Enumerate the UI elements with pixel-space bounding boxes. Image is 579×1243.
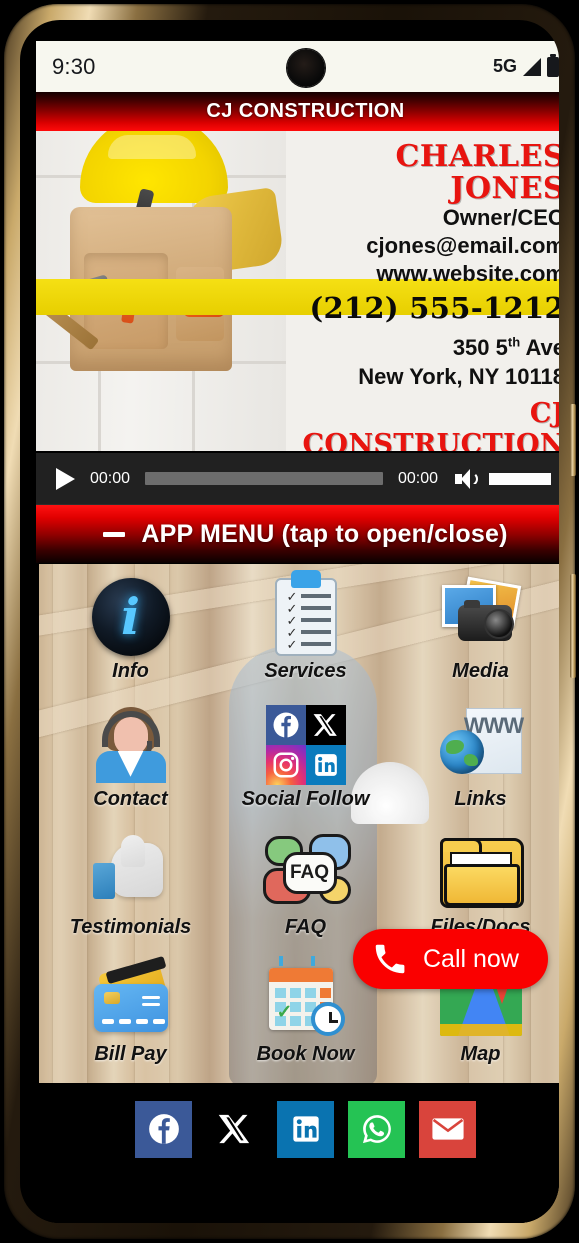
status-bar: 9:30 5G <box>36 41 559 92</box>
credit-cards-icon <box>90 956 172 1041</box>
info-circle-icon: i <box>90 576 172 658</box>
globe-www-page-icon: WWW <box>439 704 524 786</box>
company-name: CJ CONSTRUCTION <box>302 397 559 453</box>
app-menu-grid: i Info ✓ ✓ ✓ ✓ ✓ Services Media Contact … <box>39 564 559 1083</box>
phone-handset-icon <box>375 944 405 974</box>
folder-icon <box>439 832 524 914</box>
business-card: CHARLES JONES Owner/CEO cjones@email.com… <box>36 131 559 453</box>
x-twitter-icon <box>305 704 346 745</box>
bottom-filler <box>36 1175 559 1223</box>
instagram-icon <box>265 744 306 785</box>
facebook-icon <box>265 704 306 745</box>
audio-seek-slider[interactable] <box>145 472 383 485</box>
volume-button[interactable] <box>570 404 576 476</box>
faq-speech-bubbles-icon: FAQ <box>262 832 351 914</box>
app-menu-label: APP MENU (tap to open/close) <box>141 519 508 548</box>
phone-screen: 9:30 5G CJ CONSTRUCTION CHARLES JONES Ow… <box>36 41 559 1223</box>
volume-slider[interactable] <box>489 472 551 485</box>
contact-phone[interactable]: (212) 555-1212 <box>275 294 559 323</box>
contact-email[interactable]: cjones@email.com <box>275 232 559 260</box>
contact-address-line2: New York, NY 10118 <box>358 364 559 390</box>
audio-current-time: 00:00 <box>89 469 131 487</box>
front-camera-punch-hole-icon <box>286 49 325 87</box>
address-street-number: 350 5 <box>452 335 508 361</box>
network-type-label: 5G <box>492 56 517 76</box>
app-item-links[interactable]: WWW Links <box>393 698 559 826</box>
volume-speaker-icon[interactable] <box>455 468 478 489</box>
social-button-facebook[interactable] <box>135 1100 192 1158</box>
social-button-linkedin[interactable] <box>277 1100 334 1158</box>
faq-glyph: FAQ <box>289 861 330 883</box>
app-menu-grid-container: i Info ✓ ✓ ✓ ✓ ✓ Services Media Contact … <box>36 564 559 1083</box>
social-grid-icon <box>265 704 347 786</box>
social-button-x[interactable] <box>206 1100 263 1158</box>
app-label-book-now: Book Now <box>256 1043 355 1066</box>
minus-icon <box>103 531 126 537</box>
contact-address-line1: 350 5th Ave <box>275 334 559 363</box>
photos-camera-icon <box>440 576 522 658</box>
app-label-map: Map <box>460 1043 501 1066</box>
call-now-label: Call now <box>423 944 519 973</box>
address-ordinal-suffix: th <box>507 335 521 351</box>
audio-player: 00:00 00:00 <box>36 453 559 505</box>
app-label-bill-pay: Bill Pay <box>94 1043 167 1066</box>
app-menu-toggle[interactable]: APP MENU (tap to open/close) <box>36 505 559 564</box>
power-button[interactable] <box>570 574 576 678</box>
app-label-social-follow: Social Follow <box>241 787 370 810</box>
app-label-links: Links <box>454 787 507 810</box>
app-item-media[interactable]: Media <box>393 570 559 698</box>
bottom-social-bar <box>36 1083 559 1175</box>
app-label-testimonials: Testimonials <box>69 915 192 938</box>
contact-website[interactable]: www.website.com <box>275 260 559 288</box>
signal-bars-icon <box>523 57 541 76</box>
status-time: 9:30 <box>52 53 96 79</box>
x-twitter-icon <box>218 1114 249 1144</box>
whatsapp-icon <box>362 1115 391 1144</box>
call-now-button[interactable]: Call now <box>353 929 548 989</box>
app-label-info: Info <box>112 660 149 682</box>
audio-total-time: 00:00 <box>397 469 439 487</box>
clipboard-checklist-icon: ✓ ✓ ✓ ✓ ✓ <box>265 570 347 658</box>
thumbs-up-icon <box>90 832 172 914</box>
app-item-contact[interactable]: Contact <box>43 698 218 826</box>
social-button-email[interactable] <box>419 1100 476 1158</box>
app-item-social-follow[interactable]: Social Follow <box>218 698 393 826</box>
status-indicators: 5G <box>492 53 559 77</box>
play-icon[interactable] <box>56 467 75 490</box>
battery-icon <box>547 53 559 77</box>
facebook-icon <box>148 1114 179 1144</box>
headset-agent-icon <box>90 704 172 786</box>
info-glyph: i <box>121 587 140 646</box>
linkedin-icon <box>305 744 346 785</box>
social-button-whatsapp[interactable] <box>348 1100 405 1158</box>
app-label-services: Services <box>264 660 347 682</box>
app-item-info[interactable]: i Info <box>43 570 218 698</box>
app-label-media: Media <box>452 660 509 682</box>
hard-hat-graphic <box>80 131 228 203</box>
business-card-text: CHARLES JONES Owner/CEO cjones@email.com… <box>275 131 559 451</box>
phone-inner-bezel: 9:30 5G CJ CONSTRUCTION CHARLES JONES Ow… <box>20 20 559 1223</box>
envelope-icon <box>431 1118 464 1140</box>
phone-device-frame: 9:30 5G CJ CONSTRUCTION CHARLES JONES Ow… <box>4 4 576 1239</box>
app-item-bill-pay[interactable]: Bill Pay <box>43 953 218 1081</box>
calendar-clock-icon: ✓ <box>265 956 347 1041</box>
app-item-testimonials[interactable]: Testimonials <box>43 826 218 954</box>
app-title: CJ CONSTRUCTION <box>206 100 405 122</box>
app-title-bar: CJ CONSTRUCTION <box>36 92 559 131</box>
address-street-type: Ave <box>525 335 559 361</box>
app-item-services[interactable]: ✓ ✓ ✓ ✓ ✓ Services <box>218 570 393 698</box>
app-label-contact: Contact <box>93 787 168 810</box>
linkedin-icon <box>292 1116 319 1142</box>
contact-name: CHARLES JONES <box>395 139 559 206</box>
contact-role: Owner/CEO <box>442 205 559 230</box>
app-label-faq: FAQ <box>284 915 327 938</box>
